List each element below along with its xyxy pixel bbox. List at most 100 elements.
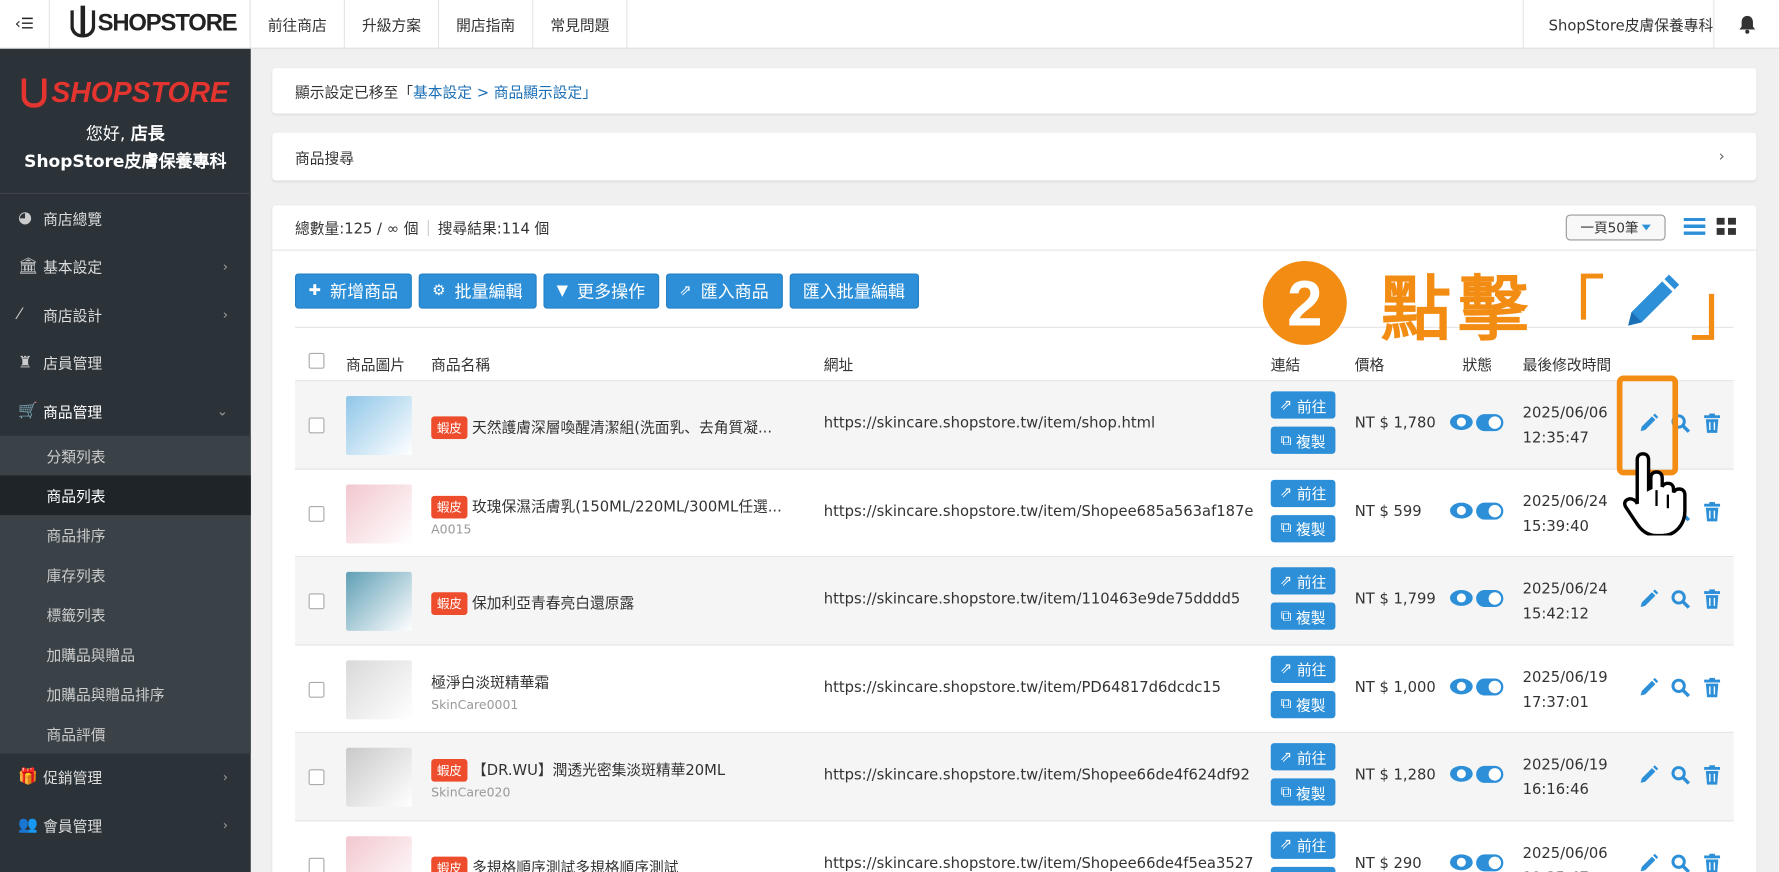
trash-icon[interactable] xyxy=(1702,413,1722,433)
pencil-icon[interactable] xyxy=(1638,677,1659,697)
product-name[interactable]: 蝦皮 天然護膚深層喚醒清潔組(洗面乳、去角質凝... xyxy=(431,415,805,440)
sidebar-subitem-product-list[interactable]: 商品列表 xyxy=(0,474,251,515)
notification-button[interactable] xyxy=(1713,0,1779,49)
nav-faq[interactable]: 常見問題 xyxy=(533,0,628,49)
visibility-toggle[interactable] xyxy=(1476,677,1504,695)
select-all-checkbox[interactable] xyxy=(308,352,325,369)
product-name[interactable]: 極淨白淡斑精華霜 xyxy=(431,670,805,692)
last-modified: 2025/06/19 16:16:46 xyxy=(1523,753,1608,803)
product-thumbnail[interactable] xyxy=(346,659,412,719)
product-thumbnail[interactable] xyxy=(346,747,412,807)
sidebar-item-staff[interactable]: ♜ 店員管理 xyxy=(0,339,251,387)
pencil-icon[interactable] xyxy=(1638,853,1659,872)
sidebar-subitem-inventory[interactable]: 庫存列表 xyxy=(0,554,251,594)
go-to-product-button[interactable]: ⇗ 前往 xyxy=(1270,479,1336,507)
sidebar-subitem-addons-sort[interactable]: 加購品與贈品排序 xyxy=(0,673,251,713)
product-name[interactable]: 蝦皮 【DR.WU】潤透光密集淡斑精華20ML xyxy=(431,758,805,782)
trash-icon[interactable] xyxy=(1702,853,1722,872)
eye-icon[interactable] xyxy=(1450,502,1473,518)
store-name-menu[interactable]: ShopStore皮膚保養專科 xyxy=(1522,0,1713,49)
trash-icon[interactable] xyxy=(1702,589,1722,609)
tutorial-callout: 2 點擊 「 」 xyxy=(1262,252,1767,354)
go-to-product-button[interactable]: ⇗ 前往 xyxy=(1270,567,1336,595)
nav-store-guide[interactable]: 開店指南 xyxy=(439,0,534,49)
search-icon[interactable] xyxy=(1670,589,1691,609)
more-actions-button[interactable]: ▼ 更多操作 xyxy=(543,273,659,309)
eye-icon[interactable] xyxy=(1450,853,1473,870)
copy-link-button[interactable]: ⧉ 複製 xyxy=(1270,514,1336,542)
product-thumbnail[interactable] xyxy=(346,571,412,631)
sidebar-item-basic-settings[interactable]: 🏛 基本設定 › xyxy=(0,242,251,290)
copy-icon: ⧉ xyxy=(1280,431,1296,449)
product-thumbnail[interactable] xyxy=(346,835,412,872)
nav-upgrade-plan[interactable]: 升級方案 xyxy=(345,0,440,49)
copy-link-button[interactable]: ⧉ 複製 xyxy=(1270,866,1336,872)
sidebar-subitem-product-sort[interactable]: 商品排序 xyxy=(0,515,251,555)
row-checkbox[interactable] xyxy=(308,593,325,610)
nav-go-store[interactable]: 前往商店 xyxy=(251,0,345,49)
search-icon[interactable] xyxy=(1670,677,1691,697)
copy-link-button[interactable]: ⧉ 複製 xyxy=(1270,778,1336,806)
last-modified: 2025/06/06 12:35:47 xyxy=(1523,841,1608,872)
sidebar-item-members[interactable]: 👥 會員管理 › xyxy=(0,801,251,849)
trash-icon[interactable] xyxy=(1702,677,1722,697)
bell-icon xyxy=(1738,15,1755,34)
sidebar-item-products[interactable]: 🛒 商品管理 ⌄ xyxy=(0,387,251,435)
sidebar-subitem-addons[interactable]: 加購品與贈品 xyxy=(0,634,251,674)
notice-settings-link[interactable]: 基本設定 > 商品顯示設定 xyxy=(413,80,582,102)
eye-icon[interactable] xyxy=(1450,765,1473,782)
visibility-toggle[interactable] xyxy=(1476,853,1504,871)
product-name[interactable]: 蝦皮 保加利亞青春亮白還原露 xyxy=(431,591,805,615)
trash-icon[interactable] xyxy=(1702,765,1722,785)
eye-icon[interactable] xyxy=(1450,414,1473,431)
product-search-panel[interactable]: 商品搜尋 › xyxy=(272,132,1757,181)
add-product-button[interactable]: ✚ 新增商品 xyxy=(294,273,412,309)
sidebar-shop-name: ShopStore皮膚保養專科 xyxy=(0,149,251,195)
go-to-product-button[interactable]: ⇗ 前往 xyxy=(1270,655,1336,683)
import-bulk-edit-button[interactable]: 匯入批量編輯 xyxy=(789,273,919,309)
grid-view-icon[interactable] xyxy=(1716,217,1736,235)
row-checkbox[interactable] xyxy=(308,769,325,786)
list-view-icon[interactable] xyxy=(1683,217,1706,235)
eye-icon[interactable] xyxy=(1450,677,1473,694)
sidebar-item-label: 會員管理 xyxy=(43,818,103,836)
row-checkbox[interactable] xyxy=(308,417,325,434)
sidebar-toggle-button[interactable]: ‹☰ xyxy=(0,0,50,49)
row-checkbox[interactable] xyxy=(308,505,325,522)
import-products-button[interactable]: ⇗ 匯入商品 xyxy=(665,273,783,309)
copy-link-button[interactable]: ⧉ 複製 xyxy=(1270,602,1336,630)
eye-icon[interactable] xyxy=(1450,589,1473,606)
search-icon[interactable] xyxy=(1670,765,1691,785)
go-to-product-button[interactable]: ⇗ 前往 xyxy=(1270,391,1336,419)
pencil-icon[interactable] xyxy=(1638,589,1659,609)
sidebar-item-promotions[interactable]: 🎁 促銷管理 › xyxy=(0,753,251,801)
product-name[interactable]: 蝦皮 玫瑰保濕活膚乳(150ML/220ML/300ML任選... xyxy=(431,494,805,518)
pencil-icon[interactable] xyxy=(1638,765,1659,785)
row-checkbox[interactable] xyxy=(308,857,325,872)
product-name[interactable]: 蝦皮 多規格順序測試多規格順序測試 xyxy=(431,855,805,872)
copy-link-button[interactable]: ⧉ 複製 xyxy=(1270,426,1336,454)
trash-icon[interactable] xyxy=(1702,501,1722,521)
caret-down-icon xyxy=(1641,224,1652,231)
sidebar-subitem-tags[interactable]: 標籤列表 xyxy=(0,594,251,634)
visibility-toggle[interactable] xyxy=(1476,502,1504,520)
product-thumbnail[interactable] xyxy=(346,395,412,455)
visibility-toggle[interactable] xyxy=(1476,589,1504,608)
sidebar-item-overview[interactable]: ◕ 商店總覽 xyxy=(0,194,251,242)
sidebar-subitem-categories[interactable]: 分類列表 xyxy=(0,435,251,475)
shopee-tag: 蝦皮 xyxy=(431,495,468,518)
sidebar-item-store-design[interactable]: ⁄ 商店設計 › xyxy=(0,290,251,338)
go-to-product-button[interactable]: ⇗ 前往 xyxy=(1270,743,1336,771)
top-logo[interactable]: SHOPSTORE xyxy=(50,0,251,49)
search-icon[interactable] xyxy=(1670,853,1691,872)
row-checkbox[interactable] xyxy=(308,681,325,698)
product-thumbnail[interactable] xyxy=(346,483,412,543)
copy-link-button[interactable]: ⧉ 複製 xyxy=(1270,690,1336,718)
sidebar-subitem-reviews[interactable]: 商品評價 xyxy=(0,713,251,753)
per-page-select[interactable]: 一頁50筆 xyxy=(1565,214,1666,241)
visibility-toggle[interactable] xyxy=(1476,765,1504,783)
go-to-product-button[interactable]: ⇗ 前往 xyxy=(1270,831,1336,859)
bulk-edit-button[interactable]: ⚙ 批量編輯 xyxy=(418,273,537,309)
visibility-toggle[interactable] xyxy=(1476,414,1504,432)
button-label: 前往 xyxy=(1296,838,1327,856)
